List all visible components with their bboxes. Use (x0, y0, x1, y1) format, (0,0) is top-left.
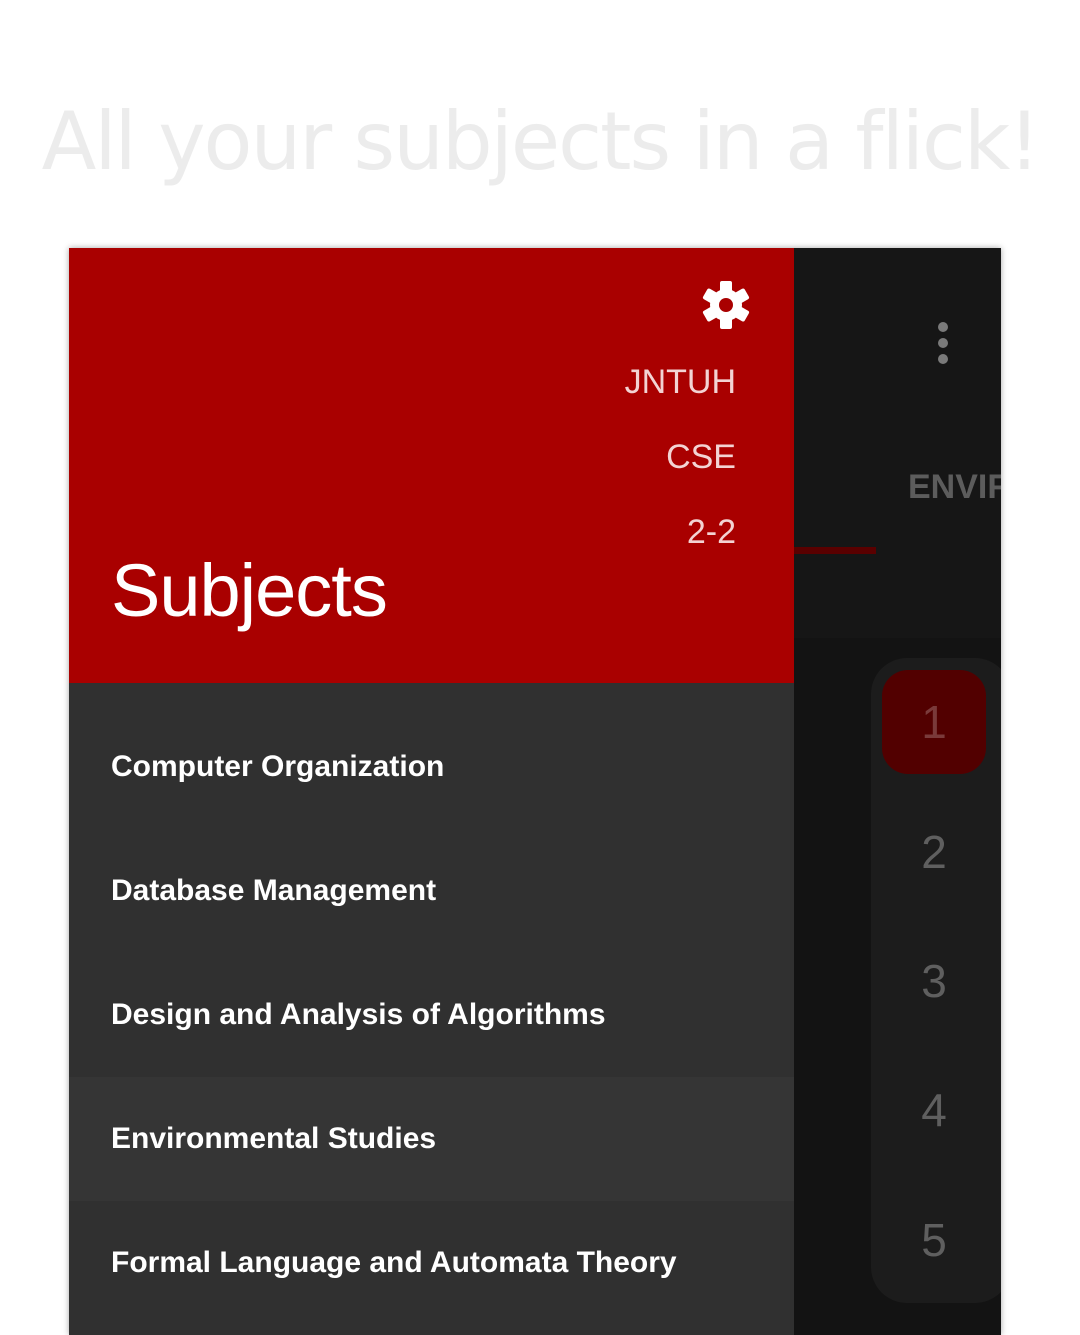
drawer-item-computer-organization[interactable]: Computer Organization (69, 705, 794, 829)
drawer-item-database-management[interactable]: Database Management (69, 829, 794, 953)
navigation-drawer: JNTUH CSE 2-2 Subjects Computer Organiza… (69, 248, 794, 1335)
drawer-item-design-and-analysis-of-algorithms[interactable]: Design and Analysis of Algorithms (69, 953, 794, 1077)
university-label: JNTUH (624, 363, 736, 401)
drawer-header: JNTUH CSE 2-2 Subjects (69, 248, 794, 683)
drawer-title: Subjects (111, 549, 388, 632)
page-button-4[interactable]: 4 (882, 1058, 986, 1162)
more-vert-icon[interactable] (925, 320, 961, 366)
page-button-5[interactable]: 5 (882, 1188, 986, 1292)
tagline: All your subjects in a flick! (41, 95, 1041, 188)
gear-icon[interactable] (701, 280, 751, 330)
tab-label[interactable]: ENVIF (908, 468, 1001, 507)
drawer-item-formal-language-and-automata-theory[interactable]: Formal Language and Automata Theory (69, 1201, 794, 1325)
tab-indicator (794, 547, 876, 554)
drawer-item-label: Database Management (111, 874, 437, 907)
drawer-item-label: Computer Organization (111, 750, 445, 783)
page-button-3[interactable]: 3 (882, 929, 986, 1033)
phone-screen: ENVIF 1 2 3 4 5 JNTUH CSE 2-2 Subjects C… (69, 248, 1001, 1335)
branch-label: CSE (666, 438, 736, 476)
drawer-item-label: Design and Analysis of Algorithms (111, 998, 606, 1031)
page-button-2[interactable]: 2 (882, 800, 986, 904)
drawer-item-label: Formal Language and Automata Theory (111, 1246, 677, 1279)
drawer-item-environmental-studies[interactable]: Environmental Studies (69, 1077, 794, 1201)
semester-label: 2-2 (686, 513, 736, 551)
page-button-1[interactable]: 1 (882, 670, 986, 774)
drawer-item-label: Environmental Studies (111, 1122, 437, 1155)
